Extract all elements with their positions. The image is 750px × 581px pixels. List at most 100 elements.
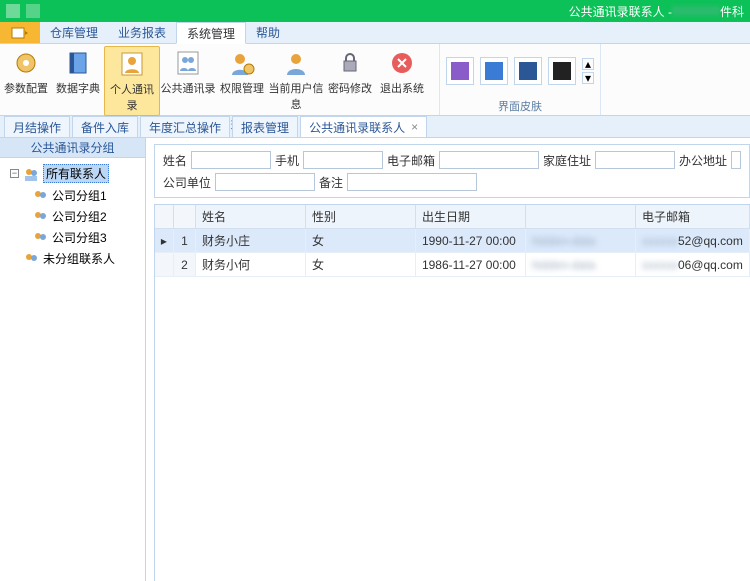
rbtn-dict[interactable]: 数据字典 <box>52 46 104 116</box>
row-num: 1 <box>173 229 195 253</box>
row-num: 2 <box>173 253 195 277</box>
input-name[interactable] <box>191 151 271 169</box>
user-info-icon <box>281 48 311 78</box>
cell-gender: 女 <box>305 253 415 277</box>
tree-child-label: 公司分组3 <box>52 229 107 246</box>
input-phone[interactable] <box>303 151 383 169</box>
cell-email: xxxxxx06@qq.com <box>635 253 749 277</box>
rbtn-public-contacts[interactable]: 公共通讯录 <box>160 46 216 116</box>
label-company: 公司单位 <box>163 174 211 191</box>
skin-swatch-3[interactable] <box>514 57 542 85</box>
col-blank[interactable] <box>525 205 635 229</box>
menu-tab-report[interactable]: 业务报表 <box>108 22 176 43</box>
input-email[interactable] <box>439 151 539 169</box>
col-dob[interactable]: 出生日期 <box>415 205 525 229</box>
contacts-grid: 姓名 性别 出生日期 电子邮箱 ▸ 1 财务小庄 女 1990-11-27 00… <box>154 204 750 581</box>
label-home: 家庭住址 <box>543 152 591 169</box>
group-icon <box>23 166 39 182</box>
cell-col4: hidden-data <box>525 253 635 277</box>
input-home[interactable] <box>595 151 675 169</box>
sidebar-title: 公共通讯录分组 <box>0 138 145 158</box>
rbtn-exit[interactable]: 退出系统 <box>376 46 428 116</box>
gear-icon <box>11 48 41 78</box>
app-title: 公共通讯录联系人 - <box>569 3 672 20</box>
book-icon <box>63 48 93 78</box>
label-phone: 手机 <box>275 152 299 169</box>
main-panel: 姓名 手机 电子邮箱 家庭住址 办公地址 公司单位 备注 <box>146 138 750 581</box>
label-email: 电子邮箱 <box>387 152 435 169</box>
group-book-icon <box>173 48 203 78</box>
collapse-icon[interactable]: − <box>10 169 19 178</box>
qat-icon[interactable] <box>26 4 40 18</box>
group-icon <box>23 251 39 267</box>
menu-bar: 仓库管理 业务报表 系统管理 帮助 <box>0 22 750 44</box>
ribbon-group-label-skin: 界面皮肤 <box>440 97 600 115</box>
input-office[interactable] <box>731 151 741 169</box>
row-pointer-icon: ▸ <box>155 229 174 253</box>
tree-child-label: 公司分组1 <box>52 187 107 204</box>
rbtn-params[interactable]: 参数配置 <box>0 46 52 116</box>
app-icon <box>6 4 20 18</box>
label-office: 办公地址 <box>679 152 727 169</box>
dtab-month[interactable]: 月结操作 <box>4 116 70 137</box>
dtab-contacts-label: 公共通讯录联系人 <box>309 119 405 136</box>
dtab-stock[interactable]: 备件入库 <box>72 116 138 137</box>
skin-swatch-1[interactable] <box>446 57 474 85</box>
col-email[interactable]: 电子邮箱 <box>635 205 749 229</box>
close-icon[interactable]: × <box>411 120 418 134</box>
skin-scroll-down[interactable]: ▾ <box>582 72 594 84</box>
dtab-contacts[interactable]: 公共通讯录联系人 × <box>300 116 427 137</box>
tree-ungrouped[interactable]: 未分组联系人 <box>4 248 141 269</box>
document-tabs: 月结操作 备件入库 年度汇总操作 报表管理 公共通讯录联系人 × <box>0 116 750 138</box>
file-menu[interactable] <box>0 22 40 43</box>
group-icon <box>32 230 48 246</box>
rbtn-current-user[interactable]: 当前用户信息 <box>268 46 324 116</box>
skin-swatch-2[interactable] <box>480 57 508 85</box>
rbtn-personal-contacts[interactable]: 个人通讯录 <box>104 46 160 116</box>
label-remark: 备注 <box>319 174 343 191</box>
sidebar: 公共通讯录分组 − 所有联系人 公司分组1 公司分组2 公司分组3 <box>0 138 146 581</box>
tree-child-3[interactable]: 公司分组3 <box>4 227 141 248</box>
label-name: 姓名 <box>163 152 187 169</box>
group-icon <box>32 209 48 225</box>
tree-root[interactable]: − 所有联系人 <box>4 162 141 185</box>
user-gear-icon <box>227 48 257 78</box>
input-company[interactable] <box>215 173 315 191</box>
title-bar: 公共通讯录联系人 - XXXXXX 件科 <box>0 0 750 22</box>
menu-tab-help[interactable]: 帮助 <box>246 22 290 43</box>
rbtn-password[interactable]: 密码修改 <box>324 46 376 116</box>
table-row[interactable]: ▸ 1 财务小庄 女 1990-11-27 00:00 hidden-data … <box>155 229 750 253</box>
filter-panel: 姓名 手机 电子邮箱 家庭住址 办公地址 公司单位 备注 <box>154 144 750 198</box>
cell-gender: 女 <box>305 229 415 253</box>
input-remark[interactable] <box>347 173 477 191</box>
skin-scroll-up[interactable]: ▴ <box>582 58 594 70</box>
col-gender[interactable]: 性别 <box>305 205 415 229</box>
menu-tab-warehouse[interactable]: 仓库管理 <box>40 22 108 43</box>
titlebar-icons <box>6 4 40 18</box>
menu-tab-system[interactable]: 系统管理 <box>176 22 246 44</box>
col-name[interactable]: 姓名 <box>195 205 305 229</box>
exit-icon <box>387 48 417 78</box>
tree-ungrouped-label: 未分组联系人 <box>43 250 115 267</box>
person-book-icon <box>117 49 147 79</box>
workspace: 公共通讯录分组 − 所有联系人 公司分组1 公司分组2 公司分组3 <box>0 138 750 581</box>
dtab-report[interactable]: 报表管理 <box>232 116 298 137</box>
rbtn-permission[interactable]: 权限管理 <box>216 46 268 116</box>
tree-child-1[interactable]: 公司分组1 <box>4 185 141 206</box>
cell-dob: 1990-11-27 00:00 <box>415 229 525 253</box>
cell-email: xxxxxx52@qq.com <box>635 229 749 253</box>
dtab-annual[interactable]: 年度汇总操作 <box>140 116 230 137</box>
cell-dob: 1986-11-27 00:00 <box>415 253 525 277</box>
app-title-hidden: XXXXXX <box>672 4 720 18</box>
app-title-suffix: 件科 <box>720 3 744 20</box>
ribbon: 参数配置 数据字典 个人通讯录 公共通讯录 权限管理 当前用户信息 <box>0 44 750 116</box>
lock-icon <box>335 48 365 78</box>
col-pointer <box>155 205 174 229</box>
skin-swatch-4[interactable] <box>548 57 576 85</box>
table-row[interactable]: 2 财务小何 女 1986-11-27 00:00 hidden-data xx… <box>155 253 750 277</box>
tree-child-2[interactable]: 公司分组2 <box>4 206 141 227</box>
tree-root-label: 所有联系人 <box>43 164 109 183</box>
tree: − 所有联系人 公司分组1 公司分组2 公司分组3 未分组联系人 <box>0 158 145 273</box>
grid-header-row: 姓名 性别 出生日期 电子邮箱 <box>155 205 750 229</box>
tree-child-label: 公司分组2 <box>52 208 107 225</box>
